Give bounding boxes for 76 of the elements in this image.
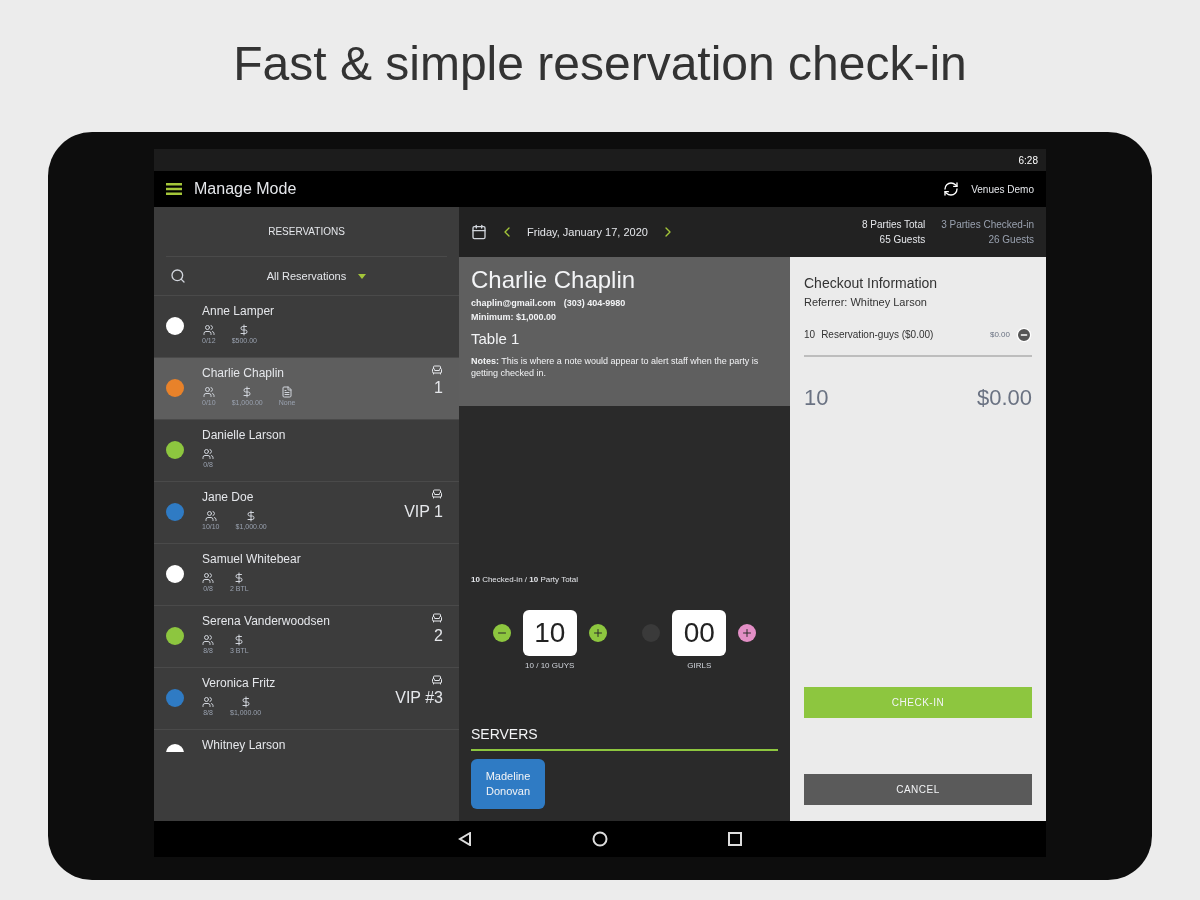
guest-name-heading: Charlie Chaplin	[471, 265, 637, 295]
count-label: 10 / 10 GUYS	[525, 660, 575, 672]
guests-icon	[202, 324, 215, 336]
table-number: VIP 1	[404, 502, 443, 522]
guest-phone: (303) 404-9980	[563, 297, 626, 310]
table-icon	[431, 488, 443, 500]
dollar-icon	[233, 572, 246, 584]
calendar-icon[interactable]	[471, 224, 487, 240]
dropdown-caret-icon	[358, 273, 367, 279]
total-quantity: 10	[804, 383, 829, 412]
plus-icon	[591, 627, 604, 639]
venue-name[interactable]: Venues Demo	[971, 181, 1034, 197]
checkout-title: Checkout Information	[804, 274, 939, 293]
headline: Fast & simple reservation check-in	[233, 36, 967, 92]
app-title: Manage Mode	[194, 179, 297, 199]
filter-dropdown[interactable]: All Reservations	[186, 267, 447, 285]
server-chip[interactable]: Madeline Donovan	[471, 759, 545, 809]
guests-count: 26 Guests	[988, 233, 1034, 247]
plus-button[interactable]	[738, 624, 757, 642]
menu-icon[interactable]	[166, 183, 182, 195]
dollar-icon	[239, 696, 252, 708]
table-icon	[431, 674, 443, 686]
note-icon	[281, 386, 294, 398]
dollar-icon	[241, 386, 254, 398]
minimum-spend: Minimum: $1,000.00	[471, 310, 558, 324]
dollar-icon	[238, 324, 251, 336]
line-description: Reservation-guys ($0.00)	[821, 328, 935, 342]
guest-name: Jane Doe	[202, 489, 255, 506]
line-quantity: 10	[804, 328, 816, 342]
guests-icon	[202, 696, 214, 708]
guest-email: chaplin@gmail.com	[471, 297, 556, 310]
plus-button[interactable]	[588, 624, 607, 642]
guests-count: 65 Guests	[879, 233, 926, 247]
guest-name: Samuel Whitebear	[202, 551, 302, 568]
back-icon[interactable]	[458, 832, 472, 846]
guest-name: Anne Lamper	[202, 303, 276, 320]
sidebar-title: RESERVATIONS	[268, 225, 345, 239]
guests-icon	[202, 386, 215, 398]
search-icon[interactable]	[170, 268, 186, 284]
guests-icon	[202, 448, 214, 460]
recent-apps-icon[interactable]	[728, 832, 742, 846]
guest-name: Charlie Chaplin	[202, 365, 286, 382]
count-value: 00	[672, 610, 727, 656]
plus-icon	[741, 627, 754, 639]
count-value: 10	[522, 610, 577, 656]
count-label: GIRLS	[687, 660, 712, 672]
dollar-icon	[233, 634, 246, 646]
servers-heading: SERVERS	[471, 725, 539, 744]
time-text: 6:28	[1018, 153, 1038, 168]
table-number: 2	[434, 626, 443, 646]
guest-name: Danielle Larson	[202, 427, 287, 444]
notes-text: Notes: This is where a note would appear to alert staff when the party is getting checked in.	[471, 354, 760, 380]
table-icon	[431, 364, 443, 376]
minus-button[interactable]	[492, 624, 511, 642]
referrer-text: Referrer: Whitney Larson	[804, 295, 928, 310]
guests-icon	[204, 510, 217, 522]
refresh-icon[interactable]	[943, 181, 960, 197]
cancel-button[interactable]: CANCEL	[804, 774, 1032, 805]
guest-name: Serena Vanderwoodsen	[202, 613, 331, 630]
guests-icon	[202, 572, 214, 584]
table-number: VIP #3	[395, 688, 443, 708]
dollar-icon	[245, 510, 258, 522]
guest-name: Whitney Larson	[202, 737, 287, 754]
total-amount: $0.00	[976, 383, 1032, 412]
table-number: 1	[434, 378, 443, 398]
guest-name: Veronica Fritz	[202, 675, 277, 692]
remove-icon[interactable]	[1016, 326, 1032, 343]
table-heading: Table 1	[471, 329, 521, 349]
parties-count: 3 Parties Checked-in	[941, 218, 1034, 232]
guests-icon	[202, 634, 214, 646]
table-icon	[431, 612, 443, 624]
line-price: $0.00	[989, 328, 1010, 341]
parties-count: 8 Parties Total	[862, 218, 926, 232]
checked-in-summary: 10 Checked-in / 10 Party Total	[470, 574, 580, 586]
date-text: Friday, January 17, 2020	[527, 224, 648, 240]
home-icon[interactable]	[592, 831, 608, 847]
